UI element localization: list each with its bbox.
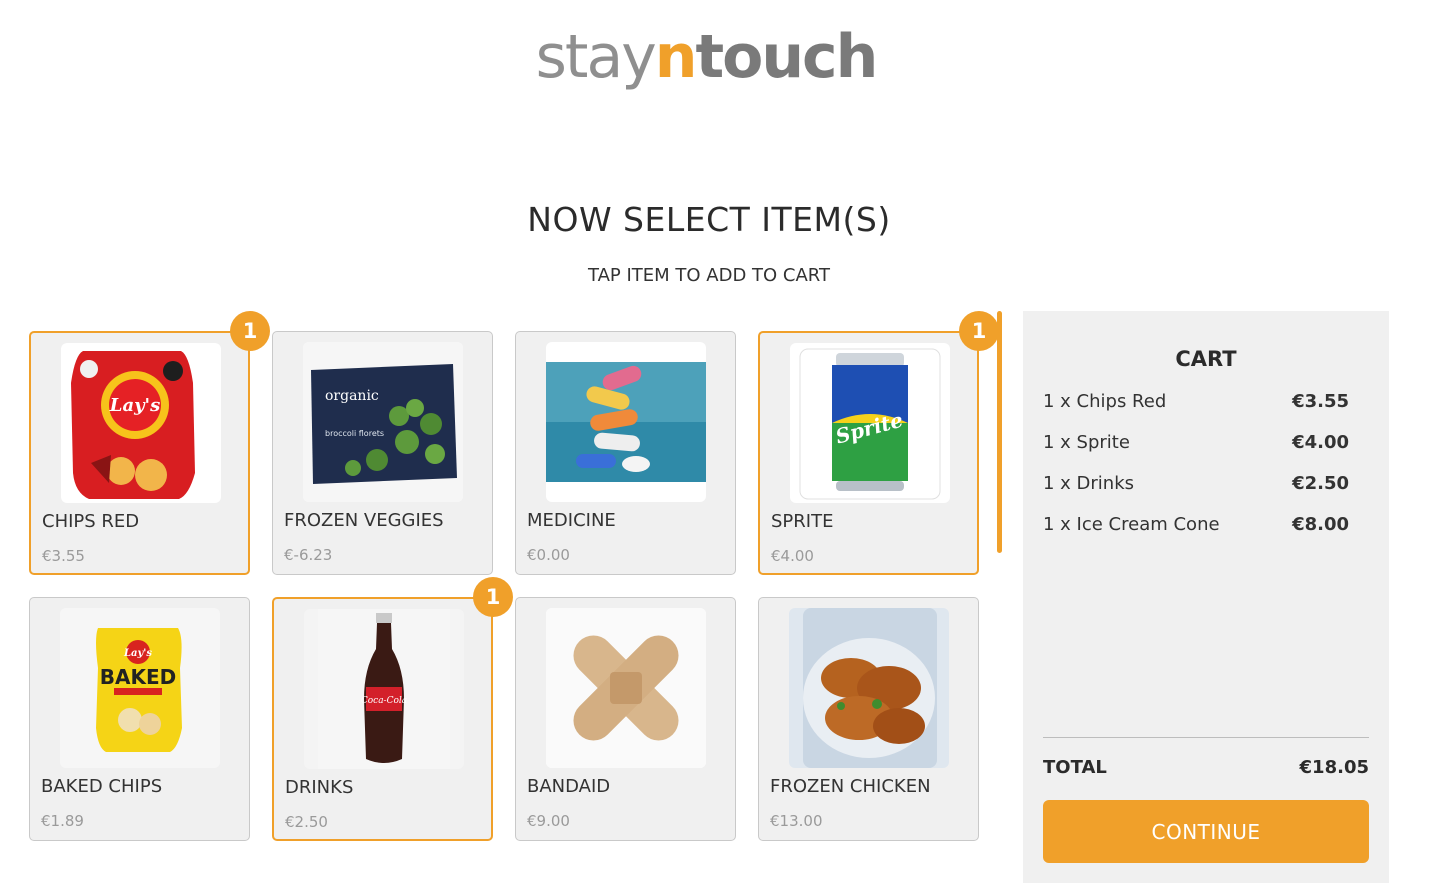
item-card-bandaid[interactable]: BANDAID €9.00	[515, 597, 736, 841]
logo-part-touch: touch	[695, 22, 878, 92]
quantity-badge: 1	[473, 577, 513, 617]
page-subtitle: TAP ITEM TO ADD TO CART	[587, 265, 830, 286]
logo-part-n: n	[654, 22, 698, 92]
cola-bottle-icon: Coca-Cola	[304, 609, 464, 769]
item-price: €9.00	[527, 812, 570, 830]
svg-text:organic: organic	[325, 388, 379, 404]
cart-line-amount: €3.55	[1292, 391, 1349, 412]
chips-red-bag-icon: Lay's	[61, 343, 221, 503]
quantity-badge: 1	[959, 311, 999, 351]
item-price: €1.89	[41, 812, 84, 830]
item-name: SPRITE	[771, 511, 834, 532]
cart-line-label: 1 x Chips Red	[1043, 391, 1167, 412]
item-price: €3.55	[42, 547, 85, 565]
item-card-medicine[interactable]: MEDICINE €0.00	[515, 331, 736, 575]
item-card-frozen-chicken[interactable]: FROZEN CHICKEN €13.00	[758, 597, 979, 841]
cart-line-amount: €4.00	[1292, 432, 1349, 453]
item-price: €-6.23	[284, 546, 333, 564]
svg-text:Lay's: Lay's	[109, 395, 160, 416]
bandaid-icon	[546, 608, 706, 768]
svg-text:broccoli florets: broccoli florets	[325, 429, 384, 438]
cart-title: CART	[1175, 347, 1237, 371]
item-name: DRINKS	[285, 777, 354, 798]
cart-line: 1 x Sprite €4.00	[1043, 432, 1349, 458]
item-name: FROZEN VEGGIES	[284, 510, 444, 531]
cart-line-label: 1 x Drinks	[1043, 473, 1135, 494]
cart-line-amount: €8.00	[1292, 514, 1349, 535]
cart-line-label: 1 x Ice Cream Cone	[1043, 514, 1220, 535]
fried-chicken-icon	[789, 608, 949, 768]
pills-icon	[546, 342, 706, 502]
item-card-drinks[interactable]: Coca-Cola DRINKS €2.50 1	[272, 577, 513, 841]
page-title: NOW SELECT ITEM(S)	[527, 200, 891, 239]
soda-can-icon: Sprite	[790, 343, 950, 503]
cart-divider	[1043, 737, 1369, 738]
quantity-badge: 1	[230, 311, 270, 351]
item-price: €13.00	[770, 812, 823, 830]
item-name: CHIPS RED	[42, 511, 140, 532]
cart-total-label: TOTAL	[1043, 757, 1107, 778]
item-name: FROZEN CHICKEN	[770, 776, 931, 797]
item-card-sprite[interactable]: Sprite SPRITE €4.00 1	[758, 311, 999, 575]
item-name: BANDAID	[527, 776, 611, 797]
item-card-chips-red[interactable]: Lay's CHIPS RED €3.55 1	[29, 311, 270, 575]
cart-line: 1 x Drinks €2.50	[1043, 473, 1349, 499]
cart-panel: CART 1 x Chips Red €3.55 1 x Sprite €4.0…	[1023, 311, 1389, 883]
cart-total-value: €18.05	[1299, 757, 1369, 778]
cart-line: 1 x Ice Cream Cone €8.00	[1043, 514, 1349, 540]
continue-button[interactable]: CONTINUE	[1043, 800, 1369, 863]
item-price: €0.00	[527, 546, 570, 564]
svg-text:BAKED: BAKED	[100, 665, 176, 689]
item-card-frozen-veggies[interactable]: organic broccoli florets FROZEN VEGGIES …	[272, 331, 493, 575]
svg-text:Lay's: Lay's	[123, 648, 152, 659]
cart-line: 1 x Chips Red €3.55	[1043, 391, 1349, 417]
cart-line-amount: €2.50	[1292, 473, 1349, 494]
logo-part-stay: stay	[535, 22, 657, 92]
item-name: MEDICINE	[527, 510, 616, 531]
item-grid: Lay's CHIPS RED €3.55 1 organic broccoli…	[29, 311, 999, 846]
item-card-baked-chips[interactable]: Lay's BAKED BAKED CHIPS €1.89	[29, 597, 250, 841]
baked-chips-bag-icon: Lay's BAKED	[60, 608, 220, 768]
item-grid-scrollbar[interactable]	[997, 311, 1002, 553]
cart-line-label: 1 x Sprite	[1043, 432, 1130, 453]
svg-text:Coca-Cola: Coca-Cola	[361, 696, 407, 706]
item-name: BAKED CHIPS	[41, 776, 163, 797]
item-price: €4.00	[771, 547, 814, 565]
stayntouch-logo: stayntouch	[0, 22, 1412, 92]
frozen-broccoli-bag-icon: organic broccoli florets	[303, 342, 463, 502]
item-price: €2.50	[285, 813, 328, 831]
